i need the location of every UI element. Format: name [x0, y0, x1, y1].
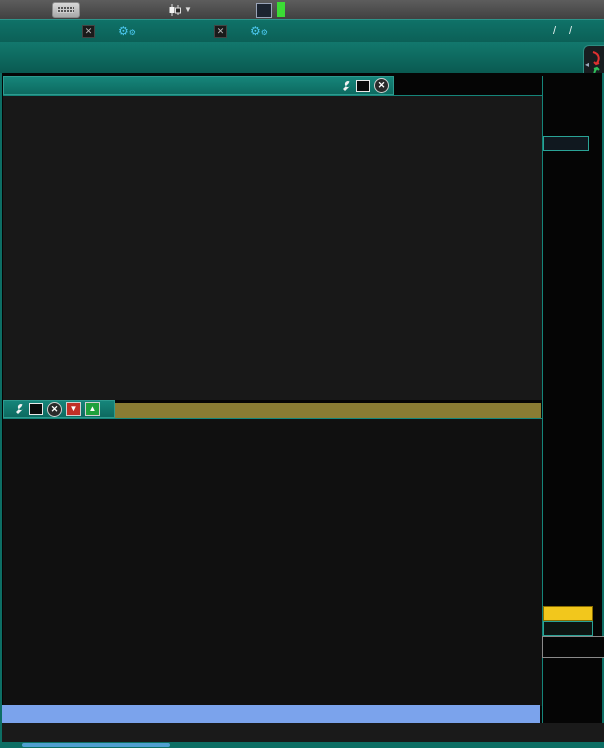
last-price-badge: [542, 636, 604, 658]
year-range-text: [115, 404, 123, 416]
x-axis: [2, 723, 604, 742]
account-status-bar: ✕ ⚙⚙ ✕ ⚙⚙ / /: [0, 19, 604, 43]
equity-pane-header[interactable]: ✕: [3, 76, 394, 95]
sell-arrow-icon[interactable]: ▼: [66, 402, 81, 416]
equity-cursor-badge: [543, 136, 589, 151]
display-mode-icon[interactable]: [356, 79, 370, 92]
title-bar: ▼: [0, 0, 604, 19]
bid-price-badge: [543, 606, 593, 621]
wrench-icon[interactable]: [339, 80, 352, 92]
orders-settings-icon[interactable]: ⚙⚙: [118, 24, 136, 38]
wrench-icon[interactable]: [12, 403, 25, 415]
buy-arrow-icon[interactable]: ▲: [85, 402, 100, 416]
sep: /: [569, 25, 573, 37]
price-chart-plot[interactable]: [3, 418, 542, 706]
cancel-orders-icon[interactable]: ✕: [82, 25, 95, 38]
equity-chart-plot[interactable]: [3, 95, 542, 400]
keyboard-icon[interactable]: [52, 2, 80, 18]
price-chart-canvas: [3, 419, 542, 706]
time-scrollbar[interactable]: [2, 705, 540, 723]
order-controls-bar: ▲ ▼ ▼ ▼ ▼: [0, 42, 604, 116]
equity-chart-canvas: [3, 96, 542, 400]
year-range-bar: [115, 403, 541, 418]
candlestick-icon[interactable]: [168, 3, 182, 17]
bottom-scroll-thumb[interactable]: [22, 743, 170, 747]
keyboard-keys: [57, 6, 74, 13]
close-position-icon[interactable]: ✕: [214, 25, 227, 38]
position-settings-icon[interactable]: ⚙⚙: [250, 24, 268, 38]
close-pane-icon[interactable]: ✕: [374, 78, 389, 93]
chart-region: ✕ ✕ ▼ ▲: [0, 73, 604, 742]
live-price-badge: [277, 2, 285, 17]
close-pane-icon[interactable]: ✕: [47, 401, 62, 417]
chevron-left-icon: ◂: [585, 60, 590, 69]
display-mode-icon[interactable]: [29, 403, 43, 415]
trading-window: ▼ ✕ ⚙⚙ ✕ ⚙⚙ / / ▲ ▼: [0, 0, 604, 748]
price-pane-header[interactable]: ✕ ▼ ▲: [3, 400, 115, 418]
sep: /: [553, 25, 557, 37]
chevron-down-icon[interactable]: ▼: [184, 0, 192, 19]
change-percent-badge: [543, 621, 593, 636]
info-icon[interactable]: [256, 3, 272, 18]
